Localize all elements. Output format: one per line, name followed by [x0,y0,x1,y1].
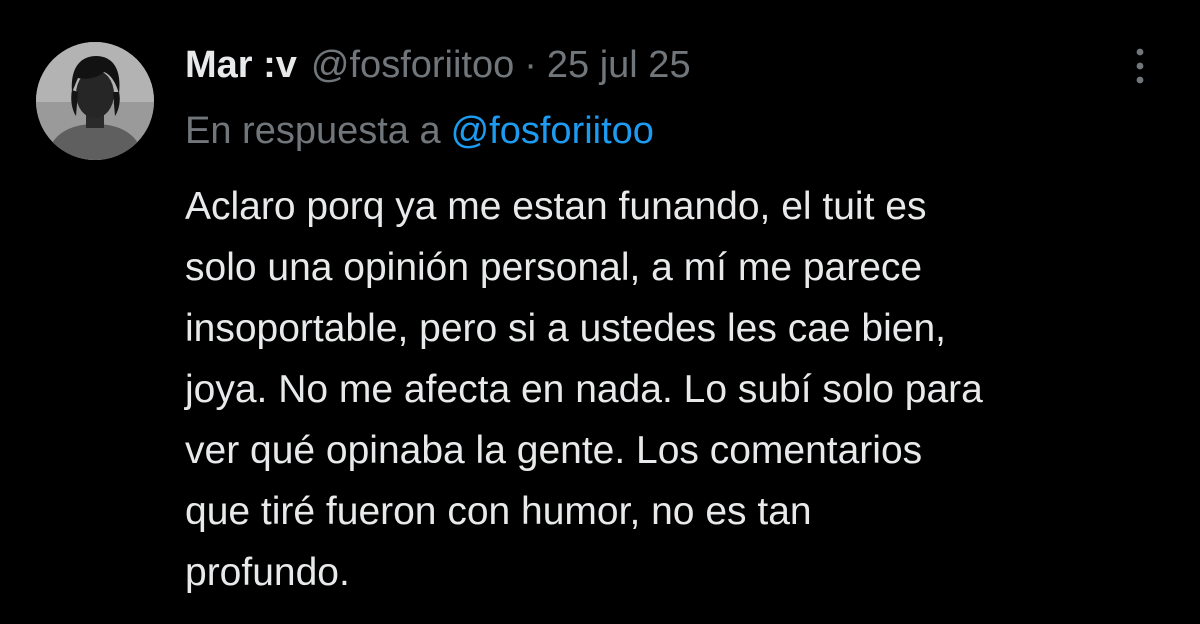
avatar[interactable] [36,42,154,160]
tweet-text-line: Aclaro porq ya me estan funando, el tuit… [185,185,927,228]
tweet-text-line: solo una opinión personal, a mí me parec… [185,246,923,289]
user-handle[interactable]: @fosforiitoo [311,40,514,90]
tweet-text-line: ver qué opinaba la gente. Los comentario… [185,429,923,472]
tweet-text-line: que tiré fueron con humor, no es tan [185,490,812,533]
reply-handle-link[interactable]: @fosforiitoo [451,110,654,152]
reply-context: En respuesta a @fosforiitoo [185,106,654,156]
more-options-button[interactable] [1120,44,1160,88]
reply-prefix: En respuesta a [185,110,441,152]
tweet-text-line: profundo. [185,551,350,594]
tweet-header: Mar :v @fosforiitoo · 25 jul 25 [185,40,691,90]
profile-photo [36,42,154,160]
tweet: Mar :v @fosforiitoo · 25 jul 25 En respu… [0,0,1200,624]
tweet-text: Aclaro porq ya me estan funando, el tuit… [185,176,1175,603]
display-name[interactable]: Mar :v [185,40,297,90]
tweet-text-line: joya. No me afecta en nada. Lo subí solo… [185,368,983,411]
tweet-text-line: insoportable, pero si a ustedes les cae … [185,307,946,350]
separator-dot: · [524,44,537,86]
tweet-date[interactable]: 25 jul 25 [547,40,691,90]
more-vertical-icon [1136,48,1144,84]
